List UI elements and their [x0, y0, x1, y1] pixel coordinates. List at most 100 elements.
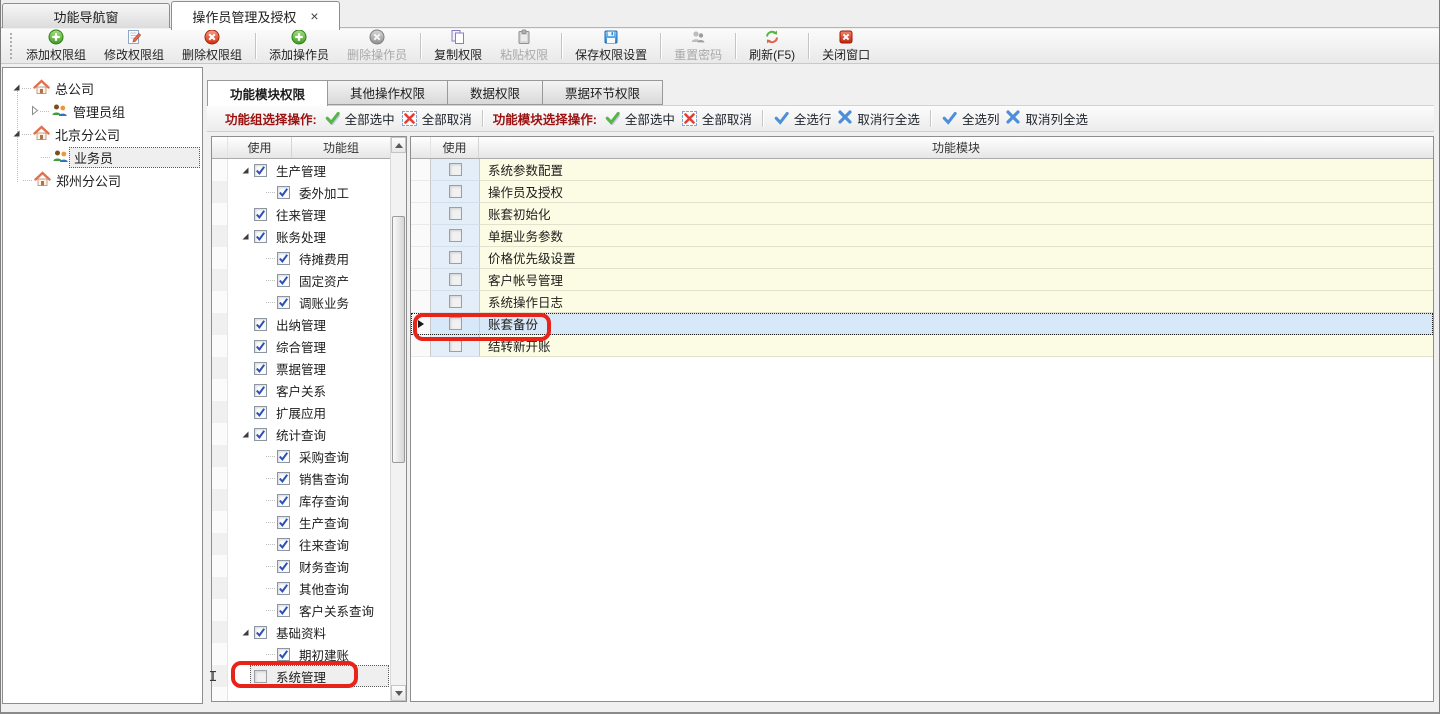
cancel-row-select-button[interactable]: 取消行全选: [838, 109, 920, 128]
checkbox-unchecked[interactable]: [449, 163, 462, 176]
expander-expanded-icon[interactable]: [240, 165, 254, 176]
checkbox-checked[interactable]: [254, 626, 267, 639]
checkbox-checked[interactable]: [254, 406, 267, 419]
select-col-button[interactable]: 全选列: [941, 109, 1000, 128]
toolbar-button-删除权限组[interactable]: 删除权限组: [173, 29, 251, 63]
checkbox-checked[interactable]: [277, 296, 290, 309]
func-module-row-操作员及授权[interactable]: 操作员及授权: [411, 181, 1433, 203]
checkbox-checked[interactable]: [254, 428, 267, 441]
window-tab-active[interactable]: 操作员管理及授权×: [171, 1, 340, 30]
org-tree-item-业务员[interactable]: 业务员: [3, 146, 202, 169]
func-group-item-基础资料[interactable]: 基础资料: [228, 621, 390, 643]
func-group-item-财务查询[interactable]: 财务查询: [228, 555, 390, 577]
toolbar-button-重置密码[interactable]: 重置密码: [665, 29, 731, 63]
close-icon[interactable]: ×: [310, 9, 318, 23]
expander-expanded-icon[interactable]: [11, 128, 22, 142]
checkbox-unchecked[interactable]: [449, 273, 462, 286]
checkbox-unchecked[interactable]: [449, 229, 462, 242]
func-module-row-客户帐号管理[interactable]: 客户帐号管理: [411, 269, 1433, 291]
perm-tab-功能模块权限[interactable]: 功能模块权限: [207, 80, 328, 106]
checkbox-unchecked[interactable]: [254, 670, 267, 683]
checkbox-checked[interactable]: [277, 472, 290, 485]
checkbox-unchecked[interactable]: [449, 185, 462, 198]
toolbar-button-添加操作员[interactable]: 添加操作员: [260, 29, 338, 63]
func-group-item-往来管理[interactable]: 往来管理: [228, 203, 390, 225]
toolbar-button-保存权限设置[interactable]: 保存权限设置: [566, 29, 656, 63]
toolbar-button-添加权限组[interactable]: 添加权限组: [17, 29, 95, 63]
func-module-row-系统操作日志[interactable]: 系统操作日志: [411, 291, 1433, 313]
checkbox-checked[interactable]: [254, 230, 267, 243]
checkbox-checked[interactable]: [277, 450, 290, 463]
checkbox-checked[interactable]: [277, 604, 290, 617]
func-group-item-账务处理[interactable]: 账务处理: [228, 225, 390, 247]
func-group-item-采购查询[interactable]: 采购查询: [228, 445, 390, 467]
checkbox-checked[interactable]: [277, 186, 290, 199]
func-group-item-系统管理[interactable]: 系统管理: [228, 665, 390, 687]
func-module-row-单据业务参数[interactable]: 单据业务参数: [411, 225, 1433, 247]
func-group-item-待摊费用[interactable]: 待摊费用: [228, 247, 390, 269]
func-group-item-扩展应用[interactable]: 扩展应用: [228, 401, 390, 423]
scroll-up-button[interactable]: [391, 137, 406, 153]
scroll-down-button[interactable]: [391, 685, 406, 701]
expander-expanded-icon[interactable]: [240, 231, 254, 242]
checkbox-checked[interactable]: [254, 164, 267, 177]
module-select-all-button[interactable]: 全部选中: [604, 109, 675, 128]
func-module-row-结转新开账[interactable]: 结转新开账: [411, 335, 1433, 357]
checkbox-unchecked[interactable]: [449, 251, 462, 264]
toolbar-button-修改权限组[interactable]: 修改权限组: [95, 29, 173, 63]
org-tree-item-郑州分公司[interactable]: 郑州分公司: [3, 169, 202, 192]
func-group-item-票据管理[interactable]: 票据管理: [228, 357, 390, 379]
expander-expanded-icon[interactable]: [240, 429, 254, 440]
group-select-all-button[interactable]: 全部选中: [324, 109, 395, 128]
func-module-row-价格优先级设置[interactable]: 价格优先级设置: [411, 247, 1433, 269]
toolbar-button-刷新(F5)[interactable]: 刷新(F5): [740, 29, 804, 63]
toolbar-button-删除操作员[interactable]: 删除操作员: [338, 29, 416, 63]
checkbox-checked[interactable]: [254, 362, 267, 375]
func-module-row-账套备份[interactable]: 账套备份: [411, 313, 1433, 335]
perm-tab-其他操作权限[interactable]: 其他操作权限: [328, 80, 448, 105]
toolbar-button-粘贴权限[interactable]: 粘贴权限: [491, 29, 557, 63]
func-group-item-综合管理[interactable]: 综合管理: [228, 335, 390, 357]
func-module-row-账套初始化[interactable]: 账套初始化: [411, 203, 1433, 225]
checkbox-checked[interactable]: [277, 516, 290, 529]
func-group-item-客户关系查询[interactable]: 客户关系查询: [228, 599, 390, 621]
checkbox-checked[interactable]: [277, 538, 290, 551]
func-group-item-固定资产[interactable]: 固定资产: [228, 269, 390, 291]
group-cancel-all-button[interactable]: 全部取消: [402, 109, 472, 128]
checkbox-checked[interactable]: [277, 648, 290, 661]
expander-expanded-icon[interactable]: [11, 82, 22, 96]
func-group-item-客户关系[interactable]: 客户关系: [228, 379, 390, 401]
checkbox-checked[interactable]: [254, 208, 267, 221]
toolbar-button-复制权限[interactable]: 复制权限: [425, 29, 491, 63]
checkbox-unchecked[interactable]: [449, 339, 462, 352]
func-group-item-生产管理[interactable]: 生产管理: [228, 159, 390, 181]
checkbox-unchecked[interactable]: [449, 207, 462, 220]
checkbox-checked[interactable]: [277, 252, 290, 265]
checkbox-checked[interactable]: [277, 494, 290, 507]
toolbar-grip[interactable]: [10, 33, 13, 59]
func-group-item-统计查询[interactable]: 统计查询: [228, 423, 390, 445]
checkbox-checked[interactable]: [277, 582, 290, 595]
org-tree-item-总公司[interactable]: 总公司: [3, 77, 202, 100]
checkbox-unchecked[interactable]: [449, 295, 462, 308]
org-tree-item-管理员组[interactable]: 管理员组: [3, 100, 202, 123]
checkbox-checked[interactable]: [254, 318, 267, 331]
window-tab-0[interactable]: 功能导航窗: [2, 3, 170, 28]
module-cancel-all-button[interactable]: 全部取消: [682, 109, 752, 128]
cancel-col-select-button[interactable]: 取消列全选: [1006, 109, 1088, 128]
perm-tab-票据环节权限[interactable]: 票据环节权限: [543, 80, 663, 105]
checkbox-checked[interactable]: [254, 340, 267, 353]
checkbox-checked[interactable]: [277, 274, 290, 287]
toolbar-button-关闭窗口[interactable]: 关闭窗口: [813, 29, 879, 63]
perm-tab-数据权限[interactable]: 数据权限: [448, 80, 543, 105]
func-module-row-系统参数配置[interactable]: 系统参数配置: [411, 159, 1433, 181]
scrollbar-thumb[interactable]: [392, 216, 405, 463]
func-group-item-库存查询[interactable]: 库存查询: [228, 489, 390, 511]
func-group-item-出纳管理[interactable]: 出纳管理: [228, 313, 390, 335]
func-group-item-调账业务[interactable]: 调账业务: [228, 291, 390, 313]
checkbox-checked[interactable]: [277, 560, 290, 573]
func-group-item-销售查询[interactable]: 销售查询: [228, 467, 390, 489]
func-group-item-委外加工[interactable]: 委外加工: [228, 181, 390, 203]
checkbox-unchecked[interactable]: [449, 317, 462, 330]
expander-expanded-icon[interactable]: [240, 627, 254, 638]
